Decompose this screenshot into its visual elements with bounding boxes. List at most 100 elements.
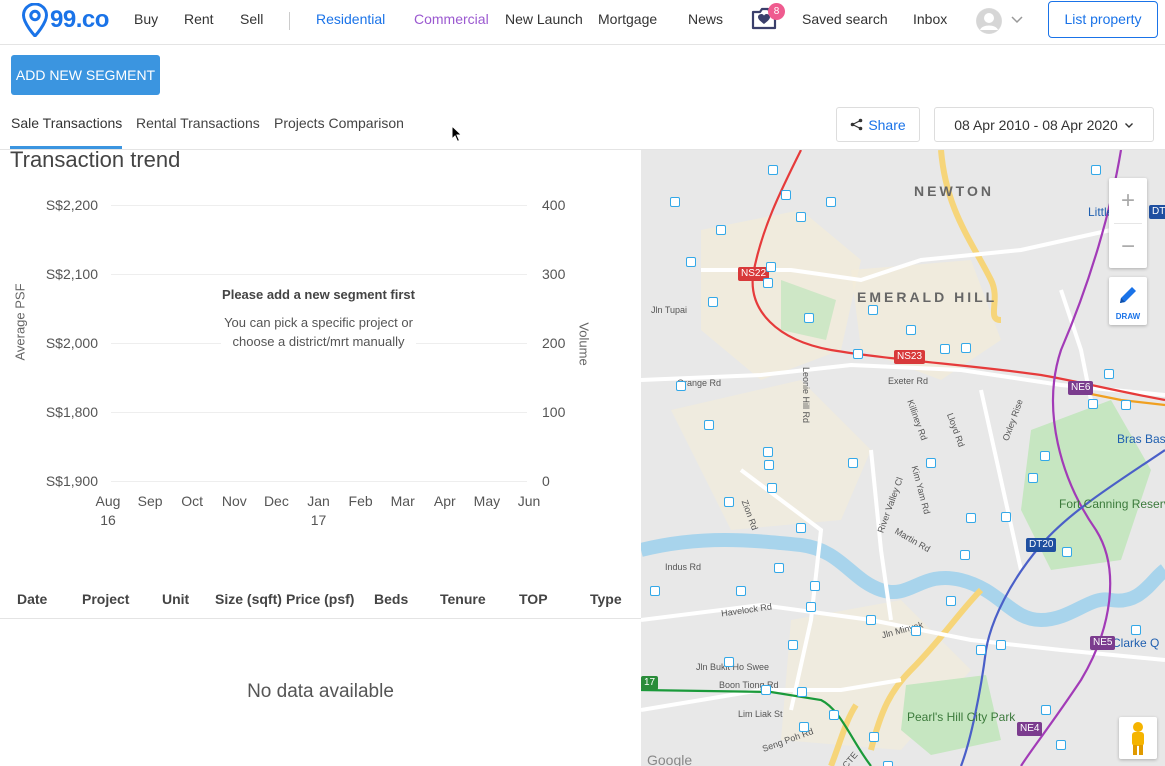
bus-stop-icon[interactable] bbox=[676, 381, 686, 391]
bus-stop-icon[interactable] bbox=[961, 343, 971, 353]
bus-stop-icon[interactable] bbox=[1131, 625, 1141, 635]
bus-stop-icon[interactable] bbox=[976, 645, 986, 655]
column-header-beds[interactable]: Beds bbox=[374, 591, 408, 607]
bus-stop-icon[interactable] bbox=[848, 458, 858, 468]
nav-mortgage[interactable]: Mortgage bbox=[598, 11, 657, 27]
bus-stop-icon[interactable] bbox=[1104, 369, 1114, 379]
bus-stop-icon[interactable] bbox=[763, 278, 773, 288]
nav-buy[interactable]: Buy bbox=[134, 11, 158, 27]
bus-stop-icon[interactable] bbox=[1062, 547, 1072, 557]
tab-sale-transactions[interactable]: Sale Transactions bbox=[11, 115, 122, 131]
column-header-size[interactable]: Size (sqft) bbox=[215, 591, 282, 607]
bus-stop-icon[interactable] bbox=[826, 197, 836, 207]
bus-stop-icon[interactable] bbox=[946, 596, 956, 606]
bus-stop-icon[interactable] bbox=[708, 297, 718, 307]
zoom-out-button[interactable]: − bbox=[1109, 224, 1147, 269]
bus-stop-icon[interactable] bbox=[868, 305, 878, 315]
bus-stop-icon[interactable] bbox=[1028, 473, 1038, 483]
column-header-unit[interactable]: Unit bbox=[162, 591, 189, 607]
nav-new-launch[interactable]: New Launch bbox=[505, 11, 583, 27]
map-road-label: Lim Liak St bbox=[738, 709, 783, 719]
zoom-in-button[interactable]: + bbox=[1109, 178, 1147, 223]
bus-stop-icon[interactable] bbox=[763, 447, 773, 457]
mrt-station-label[interactable]: NE6 bbox=[1068, 381, 1094, 395]
avatar[interactable] bbox=[976, 8, 1002, 34]
logo[interactable]: 99.co bbox=[22, 3, 109, 37]
bus-stop-icon[interactable] bbox=[686, 257, 696, 267]
nav-rent[interactable]: Rent bbox=[184, 11, 214, 27]
bus-stop-icon[interactable] bbox=[869, 732, 879, 742]
column-header-top[interactable]: TOP bbox=[519, 591, 548, 607]
bus-stop-icon[interactable] bbox=[781, 190, 791, 200]
bus-stop-icon[interactable] bbox=[1041, 705, 1051, 715]
column-header-tenure[interactable]: Tenure bbox=[440, 591, 486, 607]
date-range-dropdown[interactable]: 08 Apr 2010 - 08 Apr 2020 bbox=[934, 107, 1154, 142]
bus-stop-icon[interactable] bbox=[704, 420, 714, 430]
tab-rental-transactions[interactable]: Rental Transactions bbox=[136, 115, 260, 131]
bus-stop-icon[interactable] bbox=[853, 349, 863, 359]
mrt-station-label[interactable]: DT20 bbox=[1026, 538, 1057, 552]
bus-stop-icon[interactable] bbox=[866, 615, 876, 625]
bus-stop-icon[interactable] bbox=[767, 483, 777, 493]
bus-stop-icon[interactable] bbox=[883, 761, 893, 766]
nav-commercial[interactable]: Commercial bbox=[414, 11, 489, 27]
bus-stop-icon[interactable] bbox=[716, 225, 726, 235]
bus-stop-icon[interactable] bbox=[966, 513, 976, 523]
list-property-button[interactable]: List property bbox=[1048, 1, 1158, 38]
bus-stop-icon[interactable] bbox=[1088, 399, 1098, 409]
bus-stop-icon[interactable] bbox=[810, 581, 820, 591]
bus-stop-icon[interactable] bbox=[926, 458, 936, 468]
pegman-icon bbox=[1132, 722, 1144, 755]
add-new-segment-button[interactable]: ADD NEW SEGMENT bbox=[11, 55, 160, 95]
mrt-station-label[interactable]: NE4 bbox=[1017, 722, 1043, 736]
bus-stop-icon[interactable] bbox=[736, 586, 746, 596]
bus-stop-icon[interactable] bbox=[797, 687, 807, 697]
bus-stop-icon[interactable] bbox=[829, 710, 839, 720]
bus-stop-icon[interactable] bbox=[906, 325, 916, 335]
bus-stop-icon[interactable] bbox=[796, 212, 806, 222]
bus-stop-icon[interactable] bbox=[996, 640, 1006, 650]
bus-stop-icon[interactable] bbox=[796, 523, 806, 533]
bus-stop-icon[interactable] bbox=[799, 722, 809, 732]
mrt-station-label[interactable]: DT bbox=[1149, 205, 1165, 219]
draw-button[interactable]: DRAW bbox=[1109, 277, 1147, 325]
bus-stop-icon[interactable] bbox=[806, 602, 816, 612]
nav-inbox[interactable]: Inbox bbox=[913, 11, 947, 27]
bus-stop-icon[interactable] bbox=[761, 685, 771, 695]
mrt-station-label[interactable]: NS23 bbox=[894, 350, 926, 364]
tab-projects-comparison[interactable]: Projects Comparison bbox=[274, 115, 404, 131]
bus-stop-icon[interactable] bbox=[768, 165, 778, 175]
bus-stop-icon[interactable] bbox=[724, 657, 734, 667]
bus-stop-icon[interactable] bbox=[766, 262, 776, 272]
column-header-price[interactable]: Price (psf) bbox=[286, 591, 354, 607]
nav-residential[interactable]: Residential bbox=[316, 11, 385, 27]
mrt-station-label[interactable]: NE5 bbox=[1090, 636, 1116, 650]
bus-stop-icon[interactable] bbox=[911, 626, 921, 636]
bus-stop-icon[interactable] bbox=[1121, 400, 1131, 410]
bus-stop-icon[interactable] bbox=[1091, 165, 1101, 175]
nav-saved-search[interactable]: Saved search bbox=[802, 11, 888, 27]
bus-stop-icon[interactable] bbox=[1001, 512, 1011, 522]
bus-stop-icon[interactable] bbox=[804, 313, 814, 323]
chevron-down-icon[interactable] bbox=[1010, 12, 1024, 26]
bus-stop-icon[interactable] bbox=[940, 344, 950, 354]
bus-stop-icon[interactable] bbox=[1056, 740, 1066, 750]
nav-news[interactable]: News bbox=[688, 11, 723, 27]
x-tick-label: Oct bbox=[181, 493, 204, 509]
column-header-date[interactable]: Date bbox=[17, 591, 47, 607]
bus-stop-icon[interactable] bbox=[788, 640, 798, 650]
map[interactable]: NEWTON EMERALD HILL Grange Rd Exeter Rd … bbox=[641, 150, 1165, 766]
bus-stop-icon[interactable] bbox=[724, 497, 734, 507]
bus-stop-icon[interactable] bbox=[1040, 451, 1050, 461]
column-header-type[interactable]: Type bbox=[590, 591, 622, 607]
bus-stop-icon[interactable] bbox=[650, 586, 660, 596]
nav-sell[interactable]: Sell bbox=[240, 11, 263, 27]
street-view-pegman[interactable] bbox=[1119, 717, 1157, 759]
share-button[interactable]: Share bbox=[836, 107, 920, 142]
bus-stop-icon[interactable] bbox=[764, 460, 774, 470]
bus-stop-icon[interactable] bbox=[960, 550, 970, 560]
mrt-station-label[interactable]: 17 bbox=[641, 676, 659, 690]
bus-stop-icon[interactable] bbox=[670, 197, 680, 207]
column-header-project[interactable]: Project bbox=[82, 591, 129, 607]
bus-stop-icon[interactable] bbox=[774, 563, 784, 573]
